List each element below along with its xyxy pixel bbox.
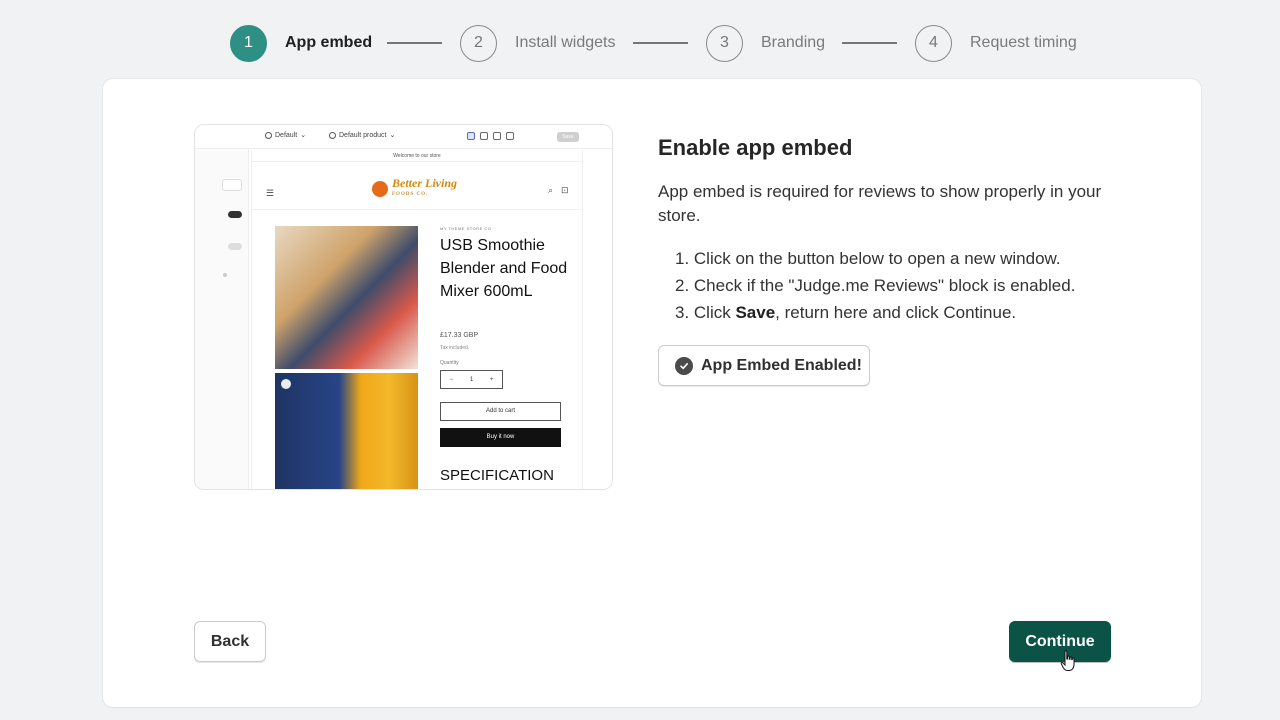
theme-editor-preview: Default ⌄ Default product ⌄ Save Welcome… [194,124,613,490]
step-connector [842,42,897,44]
preview-toolbar: Default ⌄ Default product ⌄ Save [195,125,612,149]
instruction-text: Click on the button below to open a new … [693,249,1061,268]
step-number: 2 [460,24,497,62]
add-to-cart-button: Add to cart [440,402,561,421]
select-tool-icon [467,132,475,140]
buy-now-button: Buy it now [440,428,561,447]
preview-view-tools [467,132,514,140]
zoom-icon [281,379,291,389]
desktop-view-icon [480,132,488,140]
sidebar-field [222,179,242,191]
app-embed-enabled-label: App Embed Enabled! [701,356,862,374]
cart-icon: ⊡ [561,185,569,195]
mobile-view-icon [493,132,501,140]
product-image-blender [275,226,418,369]
header-divider [252,209,582,210]
dot-icon [223,273,227,277]
preview-storefront: Welcome to our store ☰ Better Living FOO… [251,150,583,489]
instruction-step: 2. Check if the "Judge.me Reviews" block… [675,276,1076,295]
step-number: 1 [230,24,267,62]
toggle-on-icon [228,211,242,218]
preview-save-button: Save [557,132,579,142]
quantity-label: Quantity [440,360,459,366]
app-embed-enabled-button[interactable]: App Embed Enabled! [658,345,870,386]
step-label: App embed [285,34,373,51]
step-connector [387,42,442,44]
logo-subtitle: FOODS CO. [392,192,429,197]
fullscreen-view-icon [506,132,514,140]
step-branding[interactable]: 3 Branding [706,24,825,62]
instruction-text: , return here and click Continue. [775,303,1017,322]
setup-stepper: 1 App embed 2 Install widgets 3 Branding… [0,24,1280,64]
quantity-stepper: − 1 + [440,370,503,389]
specification-heading: SPECIFICATION [440,467,554,484]
preview-sidebar [195,149,249,489]
tag-icon [329,131,336,139]
instruction-text: Check if the "Judge.me Reviews" block is… [693,276,1076,295]
product-title: USB Smoothie Blender and Food Mixer 600m… [440,237,568,300]
minus-icon: − [449,376,453,383]
globe-icon [265,131,272,139]
check-circle-icon [675,356,693,375]
step-label: Install widgets [515,34,616,51]
step-label: Request timing [970,34,1077,51]
product-tax-note: Tax included. [440,345,470,351]
hand-cursor-icon [1060,650,1075,671]
preview-theme-select: Default ⌄ [265,131,306,139]
instruction-step: 3. Click Save, return here and click Con… [675,303,1017,322]
chevron-down-icon: ⌄ [300,132,307,139]
preview-template-label: Default product [339,131,387,139]
save-emphasis: Save [735,303,776,322]
description: App embed is required for reviews to sho… [658,182,1102,225]
toggle-off-icon [228,243,242,250]
plus-icon: + [490,376,494,383]
step-number: 3 [706,24,743,62]
preview-theme-label: Default [275,131,298,139]
back-button[interactable]: Back [194,621,266,662]
step-app-embed[interactable]: 1 App embed [230,24,372,62]
instruction-step: 1. Click on the button below to open a n… [675,249,1061,268]
menu-icon: ☰ [266,188,275,198]
product-image-pouring [275,373,418,489]
product-vendor: MY THEME STORE CO [440,226,492,231]
page-title: Enable app embed [658,135,853,160]
search-icon: ⌕ [548,185,554,195]
step-number: 4 [915,24,952,62]
logo-name: Better Living [392,176,457,190]
step-label: Branding [761,34,826,51]
store-logo: Better Living FOODS CO. [372,176,457,200]
quantity-value: 1 [469,376,474,383]
step-connector [633,42,688,44]
product-price: £17.33 GBP [440,332,479,339]
chevron-down-icon: ⌄ [389,132,396,139]
instruction-steps: 1. Click on the button below to open a n… [675,245,1075,326]
app-embed-card: Default ⌄ Default product ⌄ Save Welcome… [103,79,1201,707]
step-install-widgets[interactable]: 2 Install widgets [460,24,616,62]
announcement-bar: Welcome to our store [252,150,582,162]
step-request-timing[interactable]: 4 Request timing [915,24,1077,62]
orange-icon [372,181,388,197]
preview-template-select: Default product ⌄ [329,131,395,139]
instruction-text: Click [693,303,736,322]
store-header-icons: ⌕ ⊡ [540,185,569,196]
